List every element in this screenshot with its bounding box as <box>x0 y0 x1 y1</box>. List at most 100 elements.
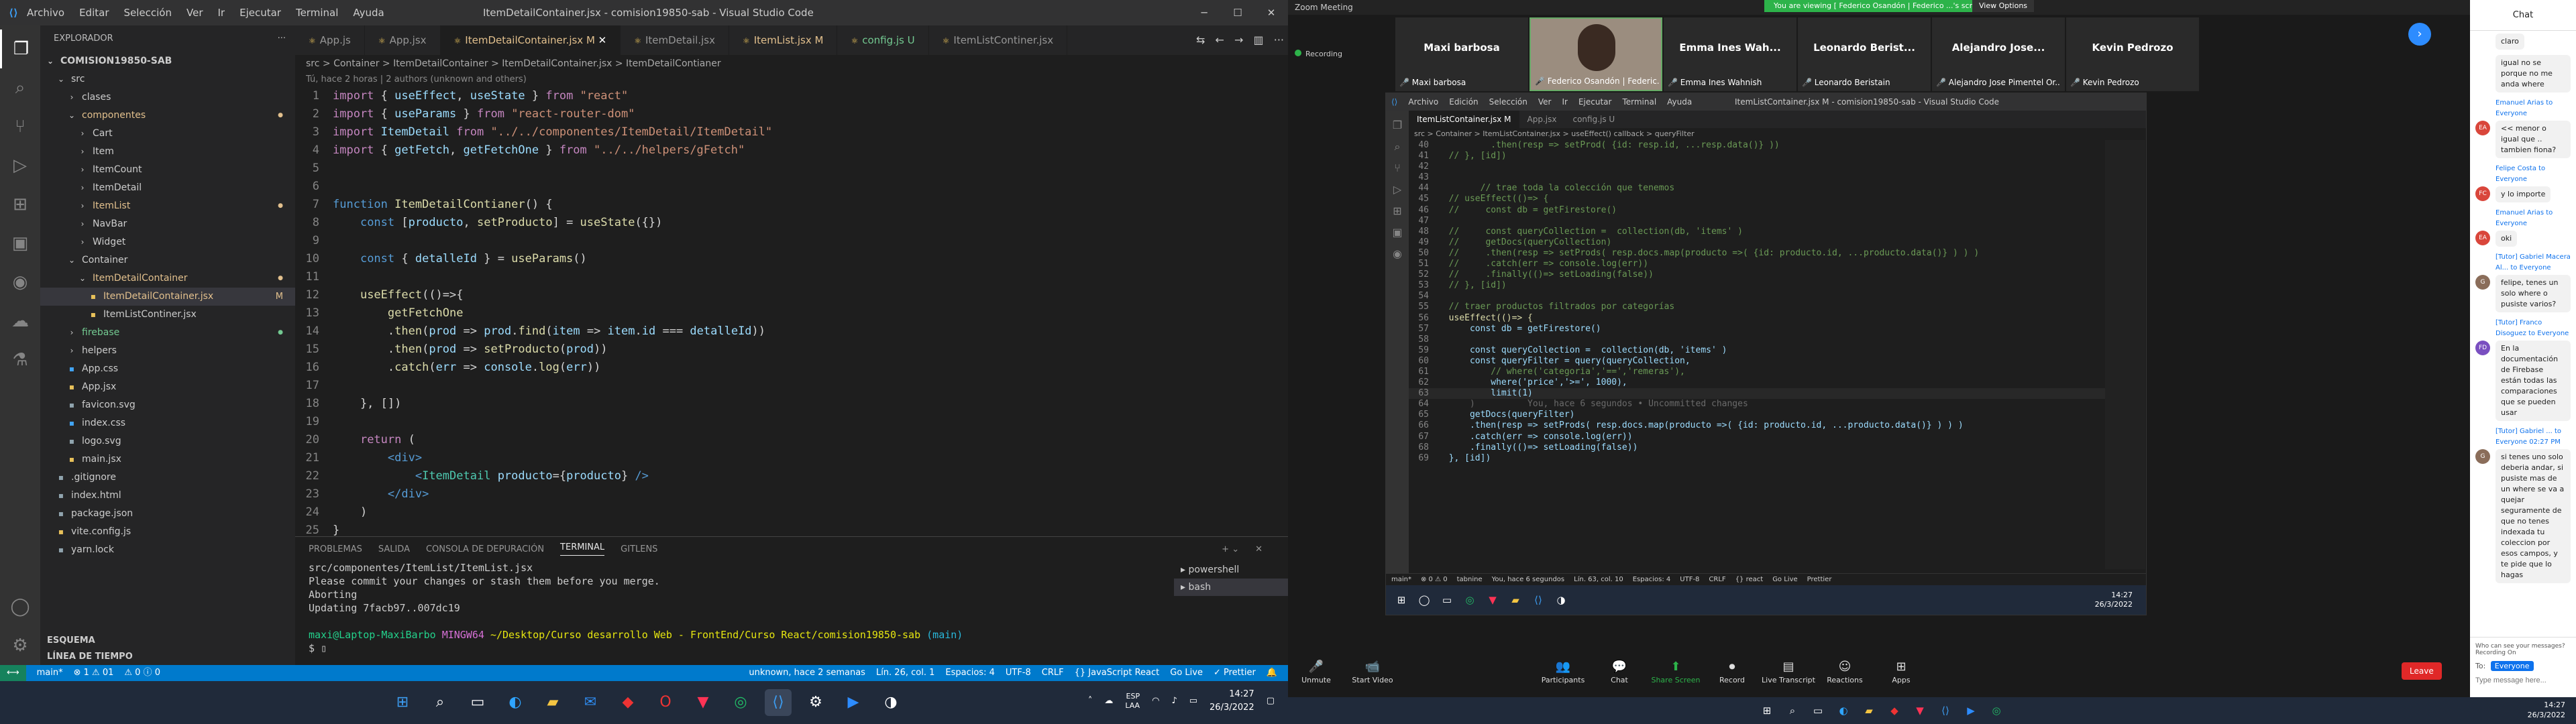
tree-folder[interactable]: ⌄ Container <box>40 251 295 269</box>
edge-icon[interactable]: ◐ <box>502 689 529 716</box>
outline-section[interactable]: ESQUEMA <box>40 631 95 650</box>
edge-icon[interactable]: ◐ <box>1834 701 1853 720</box>
account-icon[interactable]: ◯ <box>0 587 40 626</box>
tree-folder[interactable]: › ItemList ● <box>40 197 295 215</box>
chrome-icon[interactable]: ◎ <box>727 689 754 716</box>
remote-explorer-icon[interactable]: ▣ <box>0 224 40 263</box>
brave-icon[interactable]: ▼ <box>690 689 716 716</box>
extensions-icon[interactable]: ⊞ <box>0 185 40 224</box>
tree-folder[interactable]: › ItemDetail <box>40 179 295 197</box>
status-item[interactable]: Go Live <box>1170 665 1203 681</box>
tree-file[interactable]: ▪ vite.config.js <box>40 523 295 541</box>
git-icon[interactable]: ◆ <box>1885 701 1904 720</box>
panel-tab-problemas[interactable]: PROBLEMAS <box>309 544 362 554</box>
search-icon[interactable]: ⌕ <box>1783 701 1802 720</box>
notifications-bell-icon[interactable]: 🔔 <box>1267 665 1277 681</box>
settings-gear-icon[interactable]: ⚙ <box>0 626 40 665</box>
tree-folder[interactable]: › helpers <box>40 342 295 360</box>
editor-tab[interactable]: ⚛ config.js U <box>837 25 929 55</box>
battery-icon[interactable]: ▭ <box>1189 695 1197 708</box>
participant-tile[interactable]: Alejandro Jose... 🎤 Alejandro Jose Piment… <box>1932 17 2065 91</box>
menu-item-terminal[interactable]: Terminal <box>296 7 338 19</box>
participant-tile[interactable]: Kevin Pedrozo 🎤 Kevin Pedrozo <box>2066 17 2199 91</box>
codelens-blame[interactable]: Tú, hace 2 horas | 2 authors (unknown an… <box>295 72 1288 87</box>
zoom-icon[interactable]: ▶ <box>1962 701 1980 720</box>
terminal-output[interactable]: src/componentes/ItemList/ItemList.jsx Ple… <box>295 561 1288 655</box>
minimize-icon[interactable]: ─ <box>1187 0 1221 25</box>
panel-tab-terminal[interactable]: TERMINAL <box>560 542 605 556</box>
editor-tab[interactable]: ⚛ ItemDetailContainer.jsx M ✕ <box>440 25 621 55</box>
toolbar-record-button[interactable]: ⏺ Record <box>1704 654 1760 697</box>
participant-tile[interactable]: Maxi barbosa 🎤 Maxi barbosa <box>1395 17 1528 91</box>
brave-icon[interactable]: ▼ <box>1911 701 1929 720</box>
testing-icon[interactable]: ⚗ <box>0 341 40 379</box>
status-problems[interactable]: ⚠ 0 ⓘ 0 <box>124 665 160 681</box>
zoom-app-icon[interactable]: ▶ <box>840 689 867 716</box>
panel-tab-gitlens[interactable]: GITLENS <box>621 544 657 554</box>
close-panel-icon[interactable]: ✕ <box>1255 544 1263 554</box>
search-icon[interactable]: ⌕ <box>0 68 40 107</box>
tree-folder[interactable]: › clases <box>40 88 295 107</box>
status-branch[interactable]: main* <box>37 665 63 681</box>
editor-tab[interactable]: ⚛ App.jsx <box>365 25 441 55</box>
status-item[interactable]: UTF-8 <box>1006 665 1031 681</box>
toolbar-reactions-button[interactable]: ☺ Reactions <box>1817 654 1873 697</box>
more-actions-icon[interactable]: ··· <box>1274 34 1284 46</box>
folder-icon[interactable]: ▰ <box>1860 701 1878 720</box>
tree-file[interactable]: ▪ App.css <box>40 360 295 378</box>
tree-file[interactable]: ▪ index.html <box>40 487 295 505</box>
wifi-icon[interactable]: ◠ <box>1152 695 1159 708</box>
timeline-section[interactable]: LÍNEA DE TIEMPO <box>40 648 133 666</box>
menu-item-ir[interactable]: Ir <box>218 7 225 19</box>
opera-icon[interactable]: O <box>652 689 679 716</box>
file-explorer-icon[interactable]: ▰ <box>539 689 566 716</box>
toolbar-apps-button[interactable]: ⊞ Apps <box>1873 654 1929 697</box>
tree-folder[interactable]: ⌄ src <box>40 70 295 88</box>
tree-file[interactable]: ▪ index.css <box>40 414 295 432</box>
taskbar-search-icon[interactable]: ⌕ <box>427 689 453 716</box>
status-item[interactable]: ✓ Prettier <box>1214 665 1256 681</box>
tree-folder[interactable]: ⌄ ItemDetailContainer ● <box>40 269 295 288</box>
tree-file[interactable]: ▪ ItemListContiner.jsx <box>40 306 295 324</box>
tree-folder[interactable]: › firebase ● <box>40 324 295 342</box>
git-prev-icon[interactable]: ← <box>1216 34 1224 46</box>
tree-folder[interactable]: › Widget <box>40 233 295 251</box>
compare-icon[interactable]: ⇆ <box>1196 34 1205 46</box>
menu-item-editar[interactable]: Editar <box>79 7 109 19</box>
chat-visibility-note[interactable]: Who can see your messages? Recording On <box>2475 643 2571 656</box>
panel-tab-consola-de-depuración[interactable]: CONSOLA DE DEPURACIÓN <box>426 544 544 554</box>
tree-file[interactable]: ▪ .gitignore <box>40 469 295 487</box>
gitlens-icon[interactable]: ◉ <box>0 263 40 302</box>
vscode-taskbar-icon[interactable]: ⟨⟩ <box>765 689 792 716</box>
menu-item-selección[interactable]: Selección <box>124 7 172 19</box>
notifications-icon[interactable]: ▢ <box>1267 695 1275 708</box>
tree-folder[interactable]: › NavBar <box>40 215 295 233</box>
explorer-icon[interactable]: ❐ <box>0 29 40 68</box>
editor-tab[interactable]: ⚛ ItemDetail.jsx <box>621 25 729 55</box>
editor-tab[interactable]: ⚛ ItemListContiner.jsx <box>929 25 1068 55</box>
status-item[interactable]: {} JavaScript React <box>1075 665 1160 681</box>
tree-file[interactable]: ▪ logo.svg <box>40 432 295 450</box>
editor-tab[interactable]: ⚛ App.js <box>295 25 365 55</box>
git-next-icon[interactable]: → <box>1234 34 1243 46</box>
toolbar-chat-button[interactable]: 💬 Chat <box>1591 654 1648 697</box>
terminal-instance[interactable]: ▸ bash <box>1174 579 1288 596</box>
leave-button[interactable]: Leave <box>2402 662 2442 680</box>
windows-start-icon[interactable]: ⊞ <box>389 689 416 716</box>
maximize-icon[interactable]: ☐ <box>1221 0 1254 25</box>
mail-icon[interactable]: ✉ <box>577 689 604 716</box>
toolbar-live-transcript-button[interactable]: ▤ Live Transcript <box>1760 654 1817 697</box>
app-icon[interactable]: ◑ <box>877 689 904 716</box>
status-item[interactable]: Espacios: 4 <box>945 665 994 681</box>
status-item[interactable]: Lín. 26, col. 1 <box>876 665 934 681</box>
add-terminal-icon[interactable]: + ⌄ <box>1222 544 1239 554</box>
view-options-button[interactable]: View Options <box>1972 0 2035 12</box>
participant-tile[interactable]: 🎤 Federico Osandón | Federic... <box>1529 17 1662 91</box>
status-sync[interactable]: ⊗ 1 ⚠ 01 <box>74 665 114 681</box>
chrome-icon[interactable]: ◎ <box>1987 701 2006 720</box>
tree-file[interactable]: ▪ package.json <box>40 505 295 523</box>
terminal-instance[interactable]: ▸ powershell <box>1174 561 1288 579</box>
git-app-icon[interactable]: ◆ <box>614 689 641 716</box>
tree-folder[interactable]: ⌄ componentes ● <box>40 107 295 125</box>
toolbar-share-screen-button[interactable]: ⬆ Share Screen <box>1648 654 1704 697</box>
